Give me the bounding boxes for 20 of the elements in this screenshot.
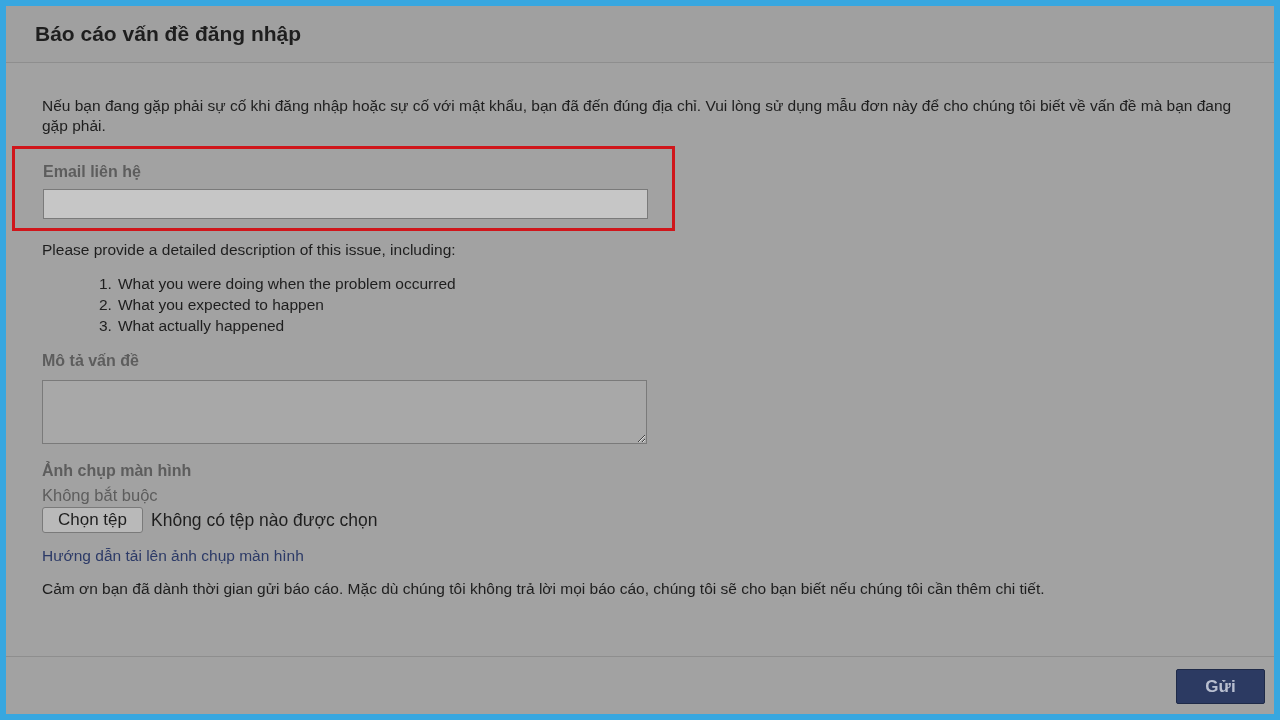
intro-text: Nếu bạn đang gặp phải sự cố khi đăng nhập hoặc sự cố với mật khẩu, bạn đã đến đúng địa chỉ. Vui lòng sử dụng mẫu đơn này để cho chúng tôi biết về vấn đề mà bạn đang gặp phải.	[42, 96, 1233, 136]
step-number: 2.	[99, 295, 112, 315]
step-number: 3.	[99, 316, 112, 336]
email-label: Email liên hệ	[43, 163, 142, 181]
email-field[interactable]	[43, 189, 648, 219]
screenshot-label: Ảnh chụp màn hình	[42, 462, 193, 480]
step-number: 1.	[99, 274, 112, 294]
optional-hint: Không bắt buộc	[42, 486, 159, 505]
choose-file-button[interactable]: Chọn tệp	[42, 507, 143, 533]
file-status: Không có tệp nào được chọn	[151, 509, 378, 531]
submit-button[interactable]: Gửi	[1176, 669, 1265, 704]
help-link[interactable]: Hướng dẫn tải lên ảnh chụp màn hình	[42, 547, 1238, 565]
step-text: What you were doing when the problem occurred	[117, 274, 456, 294]
step-text: What actually happened	[117, 316, 285, 336]
dialog-title: Báo cáo vấn đề đăng nhập	[35, 22, 302, 46]
description-field[interactable]	[42, 380, 647, 444]
instructions-text: Please provide a detailed description of this issue, including:	[42, 240, 457, 260]
description-label: Mô tả vấn đề	[42, 352, 140, 370]
thanks-text: Cảm ơn bạn đã dành thời gian gửi báo cáo. Mặc dù chúng tôi không trả lời mọi báo cáo, chúng tôi sẽ cho bạn biết nếu chúng tôi cần thêm chi tiết.	[42, 579, 1046, 599]
step-text: What you expected to happen	[117, 295, 324, 315]
